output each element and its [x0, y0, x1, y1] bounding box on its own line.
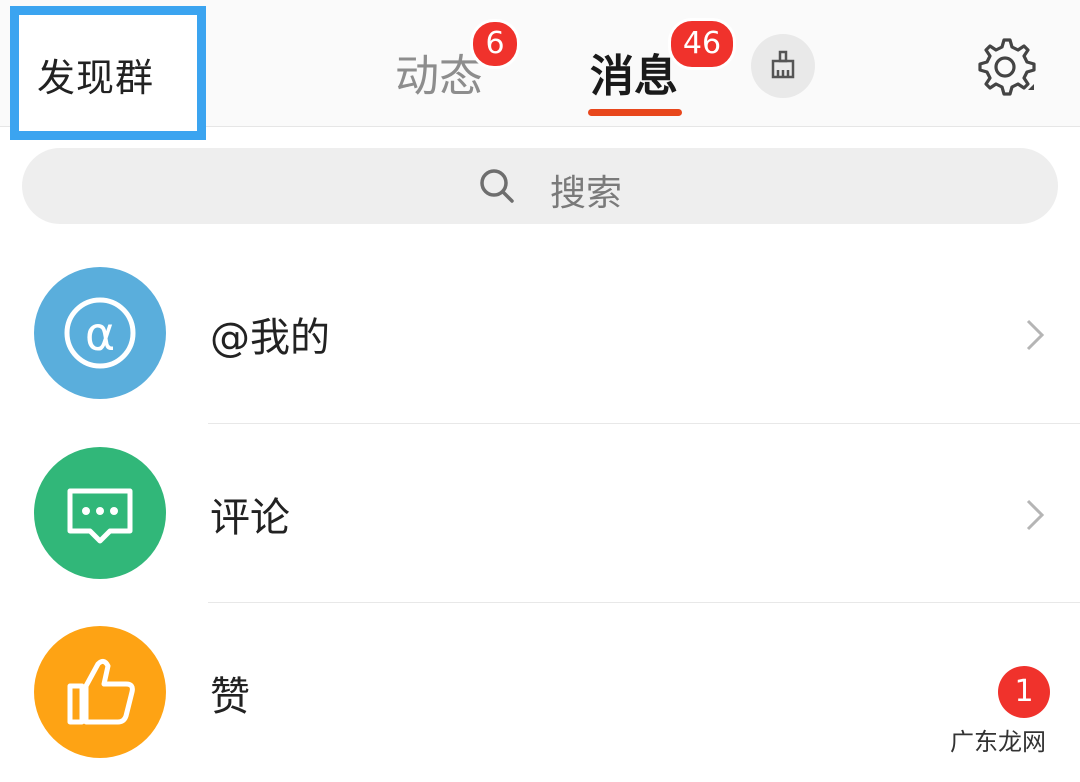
likes-label: 赞 — [210, 674, 250, 720]
svg-text:α: α — [85, 307, 115, 361]
search-placeholder: 搜索 — [550, 173, 623, 214]
list-item-comments[interactable]: 评论 — [0, 423, 1080, 603]
active-tab-indicator — [588, 109, 682, 116]
at-icon: α — [64, 297, 136, 369]
list-item-likes[interactable]: 赞 — [0, 602, 1080, 782]
mentions-avatar: α — [34, 267, 166, 399]
clear-unread-button[interactable] — [751, 34, 815, 98]
discover-groups-button[interactable]: 发现群 — [10, 6, 206, 140]
list-item-mentions[interactable]: α @我的 — [0, 243, 1080, 423]
messages-badge: 46 — [668, 18, 736, 70]
likes-unread-badge: 1 — [998, 666, 1050, 718]
search-bar[interactable]: 搜索 — [22, 148, 1058, 224]
watermark: 广东龙网 — [946, 722, 1050, 757]
comments-label: 评论 — [210, 495, 290, 541]
comment-icon — [67, 488, 133, 544]
mentions-label: @我的 — [210, 315, 330, 361]
chevron-right-icon — [1026, 499, 1045, 531]
search-icon — [480, 169, 514, 203]
likes-avatar — [34, 626, 166, 758]
thumbs-up-icon — [67, 658, 135, 725]
comments-avatar — [34, 447, 166, 579]
settings-gear-icon[interactable] — [972, 34, 1038, 100]
chevron-right-icon — [1026, 319, 1045, 351]
discover-groups-label: 发现群 — [37, 56, 155, 100]
dynamic-badge: 6 — [470, 19, 520, 69]
broom-icon — [771, 50, 795, 79]
tab-messages[interactable]: 消息 — [590, 40, 678, 104]
